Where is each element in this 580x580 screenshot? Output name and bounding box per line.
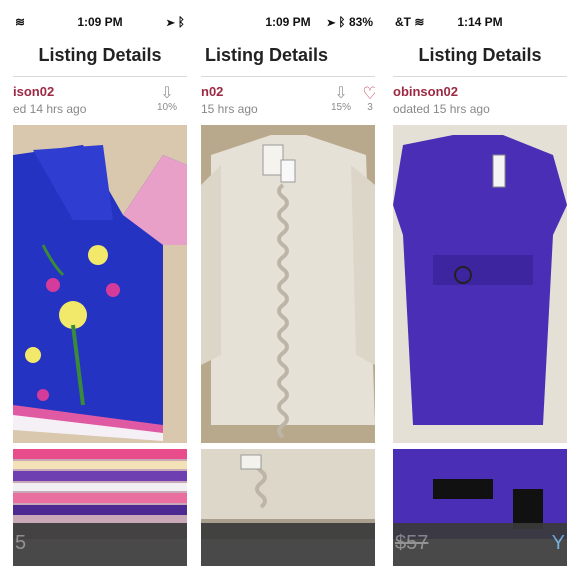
seller-row[interactable]: obinson02 odated 15 hrs ago bbox=[393, 78, 567, 126]
updated-time: 15 hrs ago bbox=[201, 102, 258, 116]
listing-price: 5 bbox=[15, 532, 27, 554]
share-arrow-icon: ⇩ bbox=[334, 85, 348, 102]
status-bar: &T ≋ 1:14 PM bbox=[393, 8, 567, 36]
page-title: Listing Details bbox=[418, 45, 542, 65]
seller-row[interactable]: ison02 ed 14 hrs ago ⇩ 10% bbox=[13, 78, 187, 126]
listing-panel-3: &T ≋ 1:14 PM Listing Details obinson02 o… bbox=[393, 8, 567, 566]
seller-row[interactable]: n02 15 hrs ago ⇩ 15% ♡ 3 bbox=[201, 78, 375, 126]
status-time: 1:09 PM bbox=[77, 15, 123, 29]
updated-time: ed 14 hrs ago bbox=[13, 102, 87, 116]
status-time: 1:14 PM bbox=[457, 15, 503, 29]
price-bar bbox=[201, 523, 375, 566]
location-arrow-icon: ➤ bbox=[327, 15, 336, 29]
status-bar: 1:09 PM ➤ ᛒ 83% bbox=[201, 8, 375, 36]
share-percent: 15% bbox=[330, 102, 351, 113]
like-button[interactable]: ♡ 3 bbox=[356, 84, 375, 113]
share-button[interactable]: ⇩ 10% bbox=[153, 85, 181, 114]
price-bar: $57 Y bbox=[393, 523, 567, 566]
listing-price: $57 bbox=[395, 532, 429, 554]
listing-panel-1: ≋ 1:09 PM ➤ ᛒ Listing Details ison02 ed … bbox=[13, 8, 187, 566]
status-bar: ≋ 1:09 PM ➤ ᛒ bbox=[13, 8, 187, 36]
listing-panel-2: 1:09 PM ➤ ᛒ 83% Listing Details n02 15 h… bbox=[201, 8, 375, 566]
seller-username[interactable]: n02 bbox=[201, 84, 223, 99]
share-button[interactable]: ⇩ 15% bbox=[327, 85, 355, 114]
nav-bar: Listing Details bbox=[201, 36, 375, 77]
heart-icon: ♡ bbox=[362, 84, 375, 103]
page-title: Listing Details bbox=[38, 45, 162, 65]
location-arrow-icon: ➤ bbox=[167, 15, 175, 29]
seller-username[interactable]: obinson02 bbox=[393, 84, 458, 99]
share-arrow-icon: ⇩ bbox=[160, 85, 174, 102]
listing-photo-main[interactable] bbox=[13, 125, 187, 443]
listing-photo-main[interactable] bbox=[393, 125, 567, 443]
share-percent: 10% bbox=[156, 102, 177, 113]
bluetooth-icon: ᛒ bbox=[338, 15, 346, 29]
bluetooth-icon: ᛒ bbox=[177, 15, 185, 29]
seller-username[interactable]: ison02 bbox=[13, 84, 54, 99]
listing-photo-main[interactable] bbox=[201, 125, 375, 443]
nav-bar: Listing Details bbox=[13, 36, 187, 77]
price-extra: Y bbox=[551, 532, 565, 554]
updated-time: odated 15 hrs ago bbox=[393, 102, 490, 116]
nav-bar: Listing Details bbox=[393, 36, 567, 77]
page-title: Listing Details bbox=[205, 45, 329, 65]
price-bar: 5 bbox=[13, 523, 187, 566]
like-count: 3 bbox=[367, 102, 373, 113]
battery-percent: 83% bbox=[348, 15, 373, 29]
